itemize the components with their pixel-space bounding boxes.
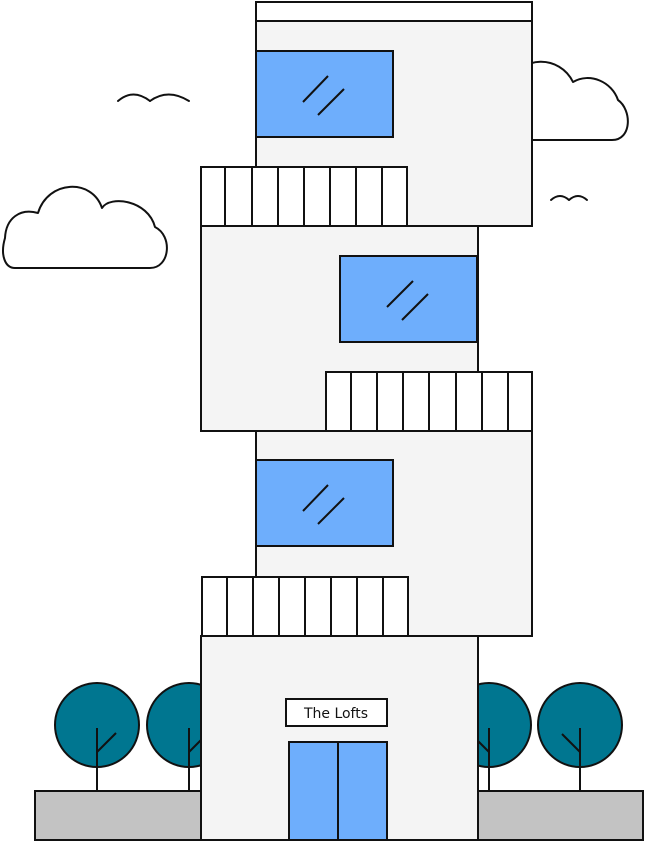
window-2 [339, 255, 478, 343]
ground-left [34, 790, 203, 841]
ground-right [476, 790, 644, 841]
cloud-icon-left [2, 185, 168, 269]
entrance-doors [288, 741, 388, 841]
window-1 [255, 50, 394, 138]
building-sign-text: The Lofts [303, 706, 368, 722]
building-illustration: The Lofts [2, 1, 644, 841]
building-sign: The Lofts [285, 698, 388, 727]
bird-icon-left [117, 93, 190, 102]
balcony-2 [325, 371, 533, 432]
balcony-1 [200, 166, 408, 227]
tree-icon-right-2 [537, 682, 623, 791]
door-left [288, 741, 339, 841]
bird-icon-right [550, 195, 588, 201]
tree-icon-left-1 [54, 682, 140, 791]
roof-cap [255, 1, 533, 22]
balcony-3 [201, 576, 409, 637]
door-right [337, 741, 388, 841]
window-3 [255, 459, 394, 547]
